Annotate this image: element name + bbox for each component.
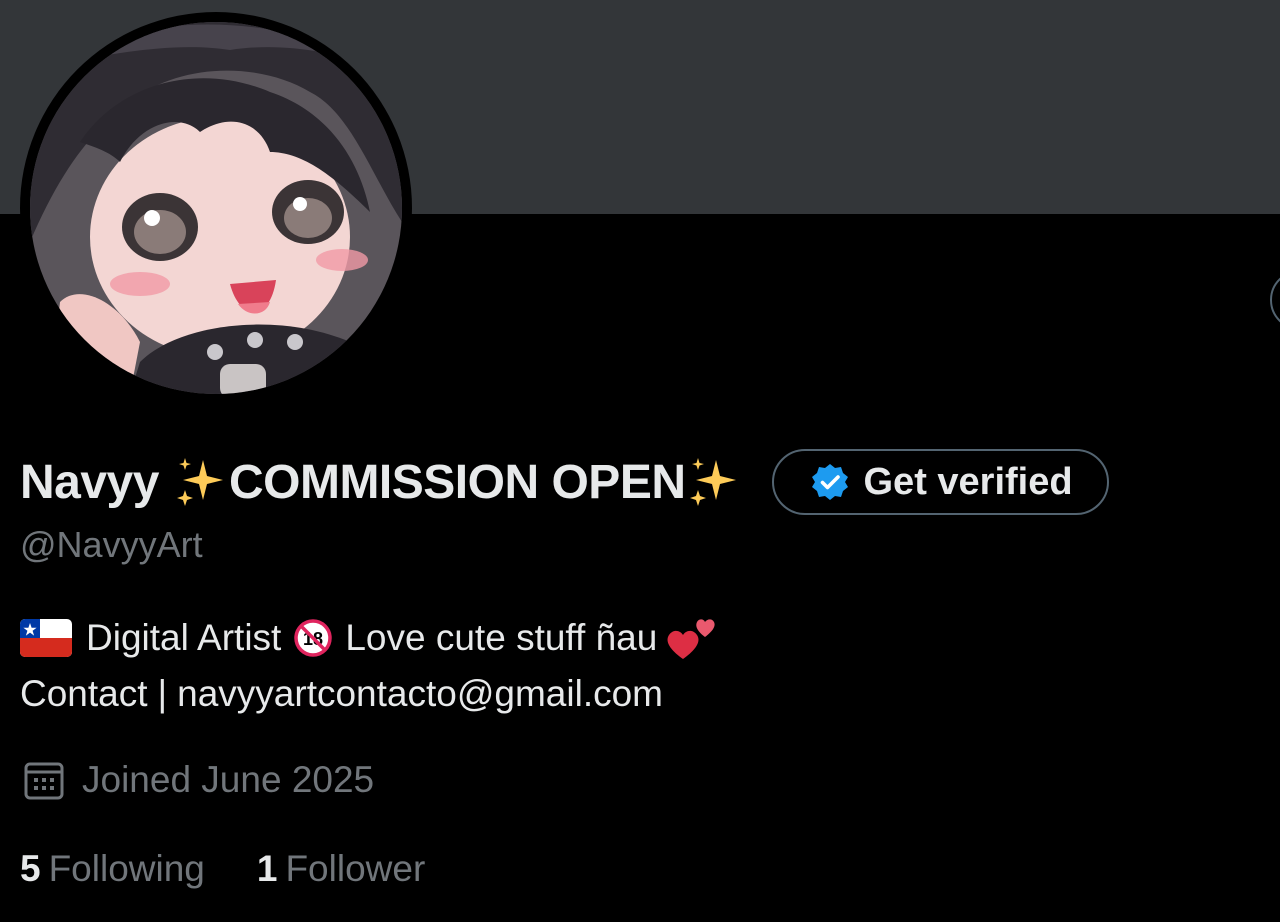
get-verified-label: Get verified	[863, 460, 1073, 503]
bio-email-link[interactable]: navyyartcontacto@gmail.com	[177, 666, 663, 722]
bio-line-2: Contact | navyyartcontacto@gmail.com	[20, 666, 719, 722]
no-under-18-icon: 18	[294, 619, 333, 657]
get-verified-button[interactable]: Get verified	[771, 449, 1109, 515]
joined-date: Joined June 2025	[20, 756, 374, 804]
profile-bio: Digital Artist 18 Love cute stuff ñau Co…	[20, 610, 719, 722]
calendar-icon	[24, 762, 64, 800]
verified-badge-icon	[810, 462, 850, 502]
display-name-part1: Navyy	[20, 455, 159, 509]
bio-contact-label: Contact	[20, 673, 148, 714]
two-hearts-icon	[667, 619, 715, 659]
sparkles-icon	[689, 458, 736, 506]
following-link[interactable]: 5 Following	[20, 848, 205, 890]
follow-stats: 5 Following 1 Follower	[20, 848, 425, 890]
chile-flag-icon	[20, 619, 72, 657]
bio-separator: |	[157, 673, 168, 714]
bio-love-cute-stuff: Love cute stuff ñau	[345, 617, 658, 658]
profile-action-button[interactable]	[1270, 270, 1280, 330]
display-name: Navyy COMMISSION OPEN	[20, 454, 742, 510]
bio-line-1: Digital Artist 18 Love cute stuff ñau	[20, 610, 719, 666]
bio-digital-artist: Digital Artist	[86, 617, 282, 658]
profile-handle: @NavyyArt	[20, 524, 203, 565]
following-count: 5	[20, 848, 41, 889]
profile-page: Navyy COMMISSION OPEN Get verified @Navy…	[0, 0, 1280, 922]
sparkles-icon	[176, 458, 223, 506]
followers-count: 1	[256, 848, 278, 889]
following-label: Following	[48, 848, 205, 889]
followers-link[interactable]: 1 Follower	[257, 848, 425, 890]
avatar-illustration	[30, 22, 402, 394]
followers-label: Follower	[285, 848, 426, 889]
display-name-part2: COMMISSION OPEN	[228, 455, 686, 509]
profile-avatar[interactable]	[20, 12, 412, 404]
joined-label: Joined June 2025	[82, 759, 375, 800]
name-row: Navyy COMMISSION OPEN Get verified	[20, 446, 1109, 518]
